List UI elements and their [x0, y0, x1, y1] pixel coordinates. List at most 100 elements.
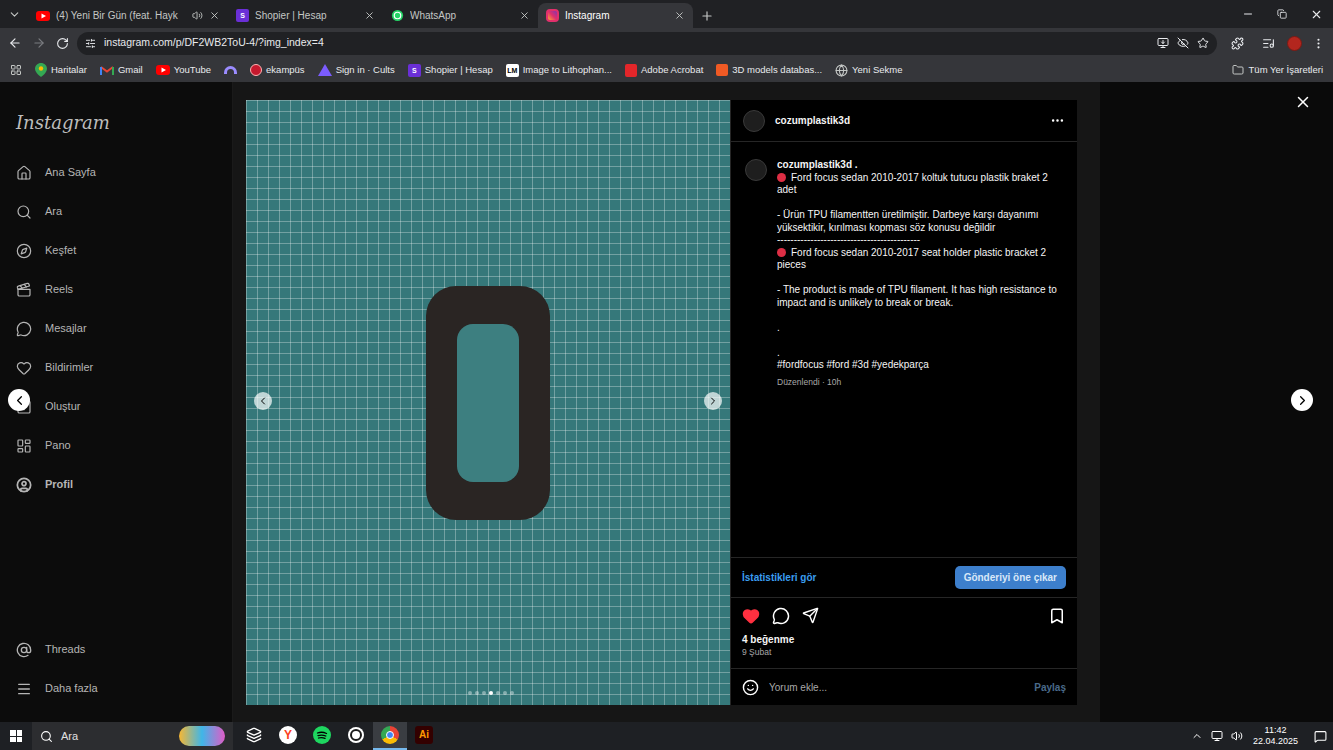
- carousel-dot[interactable]: [503, 691, 507, 695]
- carousel-dot[interactable]: [475, 691, 479, 695]
- username[interactable]: cozumplastik3d: [775, 113, 1040, 128]
- close-tab-icon[interactable]: [674, 10, 685, 21]
- close-window-button[interactable]: [1299, 0, 1333, 28]
- browser-tab[interactable]: WhatsApp: [383, 3, 538, 28]
- carousel-dot[interactable]: [482, 691, 486, 695]
- minimize-button[interactable]: [1231, 0, 1265, 28]
- media-icon[interactable]: [1262, 37, 1275, 50]
- close-tab-icon[interactable]: [209, 10, 220, 21]
- bookmark[interactable]: [224, 66, 237, 74]
- restore-button[interactable]: [1265, 0, 1299, 28]
- install-icon[interactable]: [1157, 37, 1169, 49]
- taskbar-app[interactable]: [373, 722, 407, 750]
- shopier-icon: S: [408, 64, 421, 77]
- sidebar-item[interactable]: Keşfet: [16, 231, 216, 270]
- comment-input[interactable]: Yorum ekle...: [769, 680, 1024, 695]
- caption-line: .: [777, 347, 1069, 360]
- menu-icon[interactable]: [1312, 37, 1325, 50]
- taskbar-app[interactable]: [305, 722, 339, 750]
- emoji-icon[interactable]: [742, 679, 759, 696]
- reload-icon[interactable]: [56, 37, 69, 50]
- new-tab-button[interactable]: [693, 3, 721, 28]
- eye-off-icon[interactable]: [1177, 37, 1189, 49]
- sidebar-item[interactable]: Oluştur: [16, 387, 216, 426]
- taskbar-app[interactable]: [339, 722, 373, 750]
- forward-icon[interactable]: [32, 36, 46, 50]
- extensions-icon[interactable]: [1231, 37, 1244, 50]
- comment-icon[interactable]: [772, 607, 790, 625]
- acrobat-icon: [625, 64, 637, 77]
- save-icon[interactable]: [1048, 607, 1066, 625]
- sidebar-item[interactable]: Ana Sayfa: [16, 153, 216, 192]
- browser-tab[interactable]: SShopier | Hesap: [228, 3, 383, 28]
- globe-icon: [835, 64, 848, 77]
- address-bar[interactable]: instagram.com/p/DF2WB2ToU-4/?img_index=4: [77, 32, 1217, 55]
- apps-icon[interactable]: [10, 64, 22, 76]
- sidebar-item[interactable]: Profil: [16, 465, 216, 504]
- likes-count[interactable]: 4 beğenme: [742, 633, 1066, 646]
- sidebar-item[interactable]: Mesajlar: [16, 309, 216, 348]
- close-tab-icon[interactable]: [519, 10, 530, 21]
- bookmark[interactable]: Haritalar: [35, 63, 87, 77]
- bookmark[interactable]: S Shopier | Hesap: [408, 63, 493, 77]
- browser-tab[interactable]: Instagram: [538, 3, 693, 28]
- close-tab-icon[interactable]: [364, 10, 375, 21]
- network-icon[interactable]: [1211, 730, 1223, 742]
- carousel-dot[interactable]: [468, 691, 472, 695]
- clock[interactable]: 11:4222.04.2025: [1251, 725, 1300, 747]
- sidebar-item[interactable]: Ara: [16, 192, 216, 231]
- minimize-icon: [1242, 8, 1254, 20]
- previous-post-button[interactable]: [8, 389, 30, 411]
- notifications-icon[interactable]: [1314, 730, 1327, 743]
- sidebar-item[interactable]: Pano: [16, 426, 216, 465]
- sidebar-item[interactable]: Reels: [16, 270, 216, 309]
- instagram-logo[interactable]: Instagram: [16, 111, 216, 133]
- show-hidden-icon[interactable]: [1191, 730, 1203, 742]
- boost-button[interactable]: Gönderiyi öne çıkar: [955, 566, 1066, 589]
- chevron-left-icon: [12, 393, 27, 408]
- bookmark[interactable]: ekampüs: [250, 63, 305, 77]
- volume-icon[interactable]: [1231, 730, 1243, 742]
- sidebar-item[interactable]: Bildirimler: [16, 348, 216, 387]
- star-icon[interactable]: [1197, 37, 1209, 49]
- bookmark-label: Shopier | Hesap: [425, 63, 493, 77]
- back-icon[interactable]: [8, 36, 22, 50]
- bookmark[interactable]: Sign in · Cults: [318, 63, 395, 77]
- start-button[interactable]: [0, 722, 32, 750]
- bookmark[interactable]: Adobe Acrobat: [625, 63, 703, 77]
- carousel-dot[interactable]: [489, 691, 493, 695]
- photo-next-button[interactable]: [704, 392, 722, 410]
- caption-author[interactable]: cozumplastik3d .: [777, 159, 1069, 172]
- site-info-icon[interactable]: [85, 38, 96, 49]
- bookmark-label: Adobe Acrobat: [641, 63, 703, 77]
- taskbar-search[interactable]: Ara: [32, 722, 233, 750]
- bookmark[interactable]: YouTube: [156, 63, 211, 77]
- browser-tab[interactable]: (4) Yeni Bir Gün (feat. Hayk: [28, 3, 228, 28]
- carousel-dot[interactable]: [496, 691, 500, 695]
- more-options-icon[interactable]: [1050, 113, 1065, 128]
- taskbar-app[interactable]: [237, 722, 271, 750]
- sidebar-item[interactable]: Daha fazla: [16, 669, 216, 708]
- caption-line: .: [777, 322, 1069, 335]
- stats-link[interactable]: İstatistikleri gör: [742, 570, 816, 585]
- bookmark[interactable]: Yeni Sekme: [835, 63, 902, 77]
- close-icon: [1310, 8, 1323, 21]
- comment-submit[interactable]: Paylaş: [1034, 680, 1066, 695]
- taskbar-app[interactable]: Y: [271, 722, 305, 750]
- sidebar-item[interactable]: Threads: [16, 630, 216, 669]
- bookmark[interactable]: LMImage to Lithophan...: [506, 63, 612, 77]
- bookmark[interactable]: 3D models databas...: [716, 63, 822, 77]
- bookmark[interactable]: Gmail: [100, 63, 143, 77]
- like-icon[interactable]: [742, 607, 760, 625]
- post-details: cozumplastik3dcozumplastik3d .Ford focus…: [730, 100, 1077, 705]
- close-dialog-button[interactable]: [1294, 93, 1312, 111]
- illustrator-icon: Ai: [415, 726, 433, 744]
- share-icon[interactable]: [802, 607, 819, 624]
- profile-avatar[interactable]: [1287, 36, 1302, 51]
- tab-search-button[interactable]: [0, 0, 28, 28]
- taskbar-app[interactable]: Ai: [407, 722, 441, 750]
- all-bookmarks[interactable]: Tüm Yer İşaretleri: [1232, 63, 1323, 77]
- next-post-button[interactable]: [1291, 389, 1313, 411]
- photo-prev-button[interactable]: [254, 392, 272, 410]
- carousel-dot[interactable]: [510, 691, 514, 695]
